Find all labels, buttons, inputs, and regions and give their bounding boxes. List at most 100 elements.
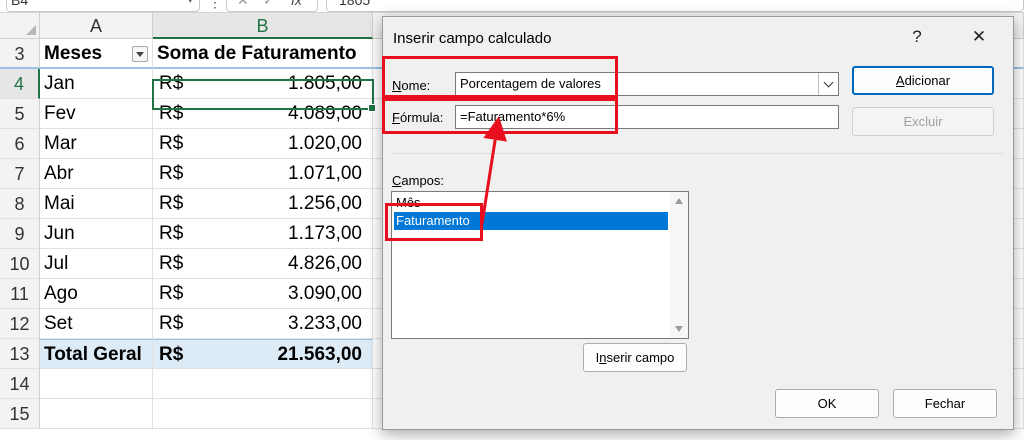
- dialog-title: Inserir campo calculado: [393, 30, 552, 47]
- empty-cell[interactable]: [40, 399, 153, 429]
- revenue-cell[interactable]: R$ 1.020,00: [153, 129, 373, 159]
- revenue-cell[interactable]: R$ 1.805,00: [153, 69, 373, 99]
- formula-bar-buttons: ✕ ✓ fx: [226, 0, 318, 12]
- revenue-cell[interactable]: R$ 3.233,00: [153, 309, 373, 339]
- row-header[interactable]: 6: [0, 129, 40, 159]
- cancel-icon[interactable]: ✕: [237, 0, 249, 11]
- revenue-cell[interactable]: R$ 4.089,00: [153, 99, 373, 129]
- nome-value: Porcentagem de valores: [460, 76, 601, 91]
- empty-cell[interactable]: [153, 399, 373, 429]
- column-header-b[interactable]: B: [153, 13, 373, 39]
- select-all-corner[interactable]: [0, 13, 40, 39]
- revenue-cell[interactable]: R$ 1.071,00: [153, 159, 373, 189]
- divider: [391, 153, 1003, 154]
- revenue-value: 1.256,00: [288, 193, 362, 214]
- row-header[interactable]: 8: [0, 189, 40, 219]
- formula-value: =Faturamento*6%: [460, 109, 566, 124]
- help-icon[interactable]: ?: [897, 23, 937, 51]
- name-box-value: B4: [11, 0, 29, 8]
- month-cell[interactable]: Mai: [40, 189, 153, 219]
- total-value-cell[interactable]: R$ 21.563,00: [153, 339, 373, 369]
- revenue-value: 3.090,00: [288, 283, 362, 304]
- revenue-cell[interactable]: R$ 1.173,00: [153, 219, 373, 249]
- row-header[interactable]: 15: [0, 399, 40, 429]
- add-button[interactable]: Adicionar: [852, 66, 994, 95]
- chevron-down-icon[interactable]: ▾: [187, 0, 193, 11]
- month-cell[interactable]: Jul: [40, 249, 153, 279]
- ok-button[interactable]: OK: [775, 389, 879, 418]
- month-cell[interactable]: Jan: [40, 69, 153, 99]
- list-item-faturamento[interactable]: Faturamento: [394, 212, 668, 230]
- nome-label-rest: ome:: [401, 78, 431, 93]
- total-label-cell[interactable]: Total Geral: [40, 339, 153, 369]
- revenue-value: 1.020,00: [288, 133, 362, 154]
- delete-button: Excluir: [852, 107, 994, 136]
- row-header[interactable]: 14: [0, 369, 40, 399]
- name-box[interactable]: B4 ▾: [6, 0, 200, 12]
- header-meses-text: Meses: [44, 43, 103, 64]
- row-header[interactable]: 11: [0, 279, 40, 309]
- fields-scrollbar[interactable]: [670, 192, 688, 338]
- currency-symbol: R$: [159, 73, 184, 94]
- insert-calculated-field-dialog: Inserir campo calculado ? ✕ Nome: Porcen…: [382, 16, 1014, 430]
- filter-dropdown-icon[interactable]: [132, 46, 148, 62]
- row-header[interactable]: 9: [0, 219, 40, 249]
- fields-listbox[interactable]: Mês Faturamento: [391, 191, 689, 339]
- formula-input-value: 1805: [339, 0, 371, 8]
- month-cell[interactable]: Set: [40, 309, 153, 339]
- revenue-cell[interactable]: R$ 1.256,00: [153, 189, 373, 219]
- month-cell[interactable]: Fev: [40, 99, 153, 129]
- month-cell[interactable]: Mar: [40, 129, 153, 159]
- fx-icon[interactable]: fx: [291, 0, 302, 11]
- insert-field-rest: serir campo: [606, 350, 675, 365]
- close-icon[interactable]: ✕: [959, 23, 999, 51]
- formula-field[interactable]: =Faturamento*6%: [455, 105, 839, 129]
- campos-label: Campos:: [392, 173, 445, 188]
- header-cell-meses[interactable]: Meses: [40, 39, 153, 69]
- revenue-value: 4.826,00: [288, 253, 362, 274]
- list-item-mes[interactable]: Mês: [394, 194, 668, 212]
- close-button[interactable]: Fechar: [893, 389, 997, 418]
- header-cell-soma-faturamento[interactable]: Soma de Faturamento: [153, 39, 373, 69]
- formula-label-rest: órmula:: [399, 110, 444, 125]
- month-cell[interactable]: Jun: [40, 219, 153, 249]
- currency-symbol: R$: [159, 253, 184, 274]
- formula-bar: B4 ▾ ⋮ ✕ ✓ fx 1805: [0, 0, 1024, 13]
- revenue-value: 1.071,00: [288, 163, 362, 184]
- more-options-icon[interactable]: ⋮: [208, 0, 222, 11]
- month-cell[interactable]: Abr: [40, 159, 153, 189]
- revenue-cell[interactable]: R$ 4.826,00: [153, 249, 373, 279]
- row-header[interactable]: 10: [0, 249, 40, 279]
- total-value: 21.563,00: [277, 344, 362, 365]
- row-header[interactable]: 4: [0, 69, 40, 99]
- scroll-down-icon[interactable]: [675, 326, 683, 332]
- formula-label: Fórmula:: [392, 110, 444, 125]
- row-header[interactable]: 3: [0, 39, 40, 69]
- revenue-value: 1.173,00: [288, 223, 362, 244]
- revenue-value: 3.233,00: [288, 313, 362, 334]
- row-header[interactable]: 5: [0, 99, 40, 129]
- empty-cell[interactable]: [153, 369, 373, 399]
- insert-field-button[interactable]: Inserir campo: [583, 343, 687, 372]
- column-header-a[interactable]: A: [40, 13, 153, 39]
- revenue-value: 1.805,00: [288, 73, 362, 94]
- check-icon[interactable]: ✓: [263, 0, 275, 11]
- currency-symbol: R$: [159, 223, 184, 244]
- currency-symbol: R$: [159, 163, 184, 184]
- currency-symbol: R$: [159, 133, 184, 154]
- empty-cell[interactable]: [40, 369, 153, 399]
- nome-combobox[interactable]: Porcentagem de valores: [455, 72, 839, 96]
- row-header[interactable]: 7: [0, 159, 40, 189]
- month-cell[interactable]: Ago: [40, 279, 153, 309]
- currency-symbol: R$: [159, 283, 184, 304]
- chevron-down-icon[interactable]: [818, 73, 838, 95]
- currency-symbol: R$: [159, 193, 184, 214]
- currency-symbol: R$: [159, 103, 184, 124]
- add-button-rest: dicionar: [904, 73, 951, 88]
- formula-input[interactable]: 1805: [326, 0, 1024, 12]
- row-header[interactable]: 12: [0, 309, 40, 339]
- revenue-cell[interactable]: R$ 3.090,00: [153, 279, 373, 309]
- scroll-up-icon[interactable]: [675, 198, 683, 204]
- row-header[interactable]: 13: [0, 339, 40, 369]
- revenue-value: 4.089,00: [288, 103, 362, 124]
